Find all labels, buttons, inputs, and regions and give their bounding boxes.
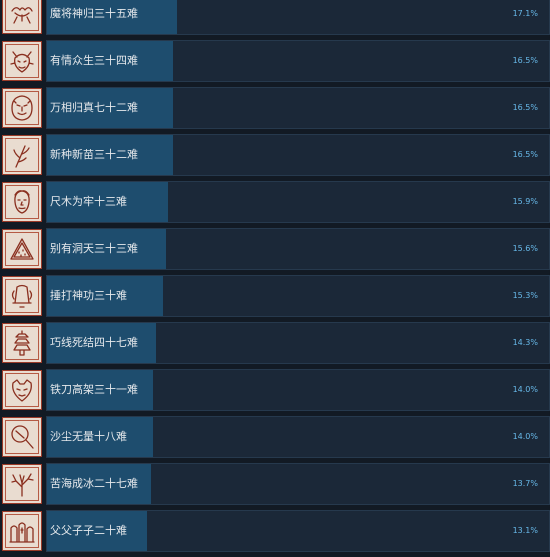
pagoda-tower-icon [2,323,42,363]
lion-face-icon [2,88,42,128]
achievement-percent: 14.0% [512,385,538,394]
achievement-row[interactable]: 巧线死结四十七难 14.3% [0,322,550,364]
achievement-list: 魔将神归三十五难 17.1% 有情众生三十四难 16.5% 万相归真七十二难 1… [0,0,550,557]
achievement-row[interactable]: 父父子子二十难 13.1% [0,510,550,552]
watermelon-slice-icon [2,229,42,269]
achievement-name: 捶打神功三十难 [50,289,127,302]
creature-sketch-icon [2,0,42,34]
beast-face-icon [2,370,42,410]
achievement-percent: 13.7% [512,479,538,488]
dragon-face-icon [2,41,42,81]
achievement-row[interactable]: 魔将神归三十五难 17.1% [0,0,550,35]
achievement-percent: 17.1% [512,9,538,18]
achievement-percent: 13.1% [512,526,538,535]
achievement-row[interactable]: 捶打神功三十难 15.3% [0,275,550,317]
achievement-percent: 15.6% [512,244,538,253]
achievement-percent: 14.0% [512,432,538,441]
achievement-percent: 16.5% [512,103,538,112]
bare-tree-icon [2,464,42,504]
achievement-row[interactable]: 万相归真七十二难 16.5% [0,87,550,129]
achievement-row[interactable]: 新种新苗三十二难 16.5% [0,134,550,176]
achievement-row[interactable]: 苦海成冰二十七难 13.7% [0,463,550,505]
achievement-row[interactable]: 铁刀高架三十一难 14.0% [0,369,550,411]
achievement-name: 万相归真七十二难 [50,101,138,114]
achievement-row[interactable]: 沙尘无量十八难 14.0% [0,416,550,458]
achievement-row[interactable]: 有情众生三十四难 16.5% [0,40,550,82]
achievement-name: 新种新苗三十二难 [50,148,138,161]
achievement-name: 巧线死结四十七难 [50,336,138,349]
achievement-percent: 16.5% [512,56,538,65]
bell-shape-icon [2,276,42,316]
sprout-branch-icon [2,135,42,175]
achievement-row[interactable]: 尺木为牢十三难 15.9% [0,181,550,223]
achievement-name: 铁刀高架三十一难 [50,383,138,396]
achievement-name: 尺木为牢十三难 [50,195,127,208]
tombstones-icon [2,511,42,551]
achievement-name: 沙尘无量十八难 [50,430,127,443]
achievement-percent: 14.3% [512,338,538,347]
magnifier-icon [2,417,42,457]
face-portrait-icon [2,182,42,222]
achievement-name: 苦海成冰二十七难 [50,477,138,490]
achievement-name: 别有洞天三十三难 [50,242,138,255]
achievement-name: 有情众生三十四难 [50,54,138,67]
achievement-percent: 15.9% [512,197,538,206]
achievement-name: 父父子子二十难 [50,524,127,537]
achievement-percent: 16.5% [512,150,538,159]
achievement-name: 魔将神归三十五难 [50,7,138,20]
achievement-percent: 15.3% [512,291,538,300]
achievement-row[interactable]: 别有洞天三十三难 15.6% [0,228,550,270]
